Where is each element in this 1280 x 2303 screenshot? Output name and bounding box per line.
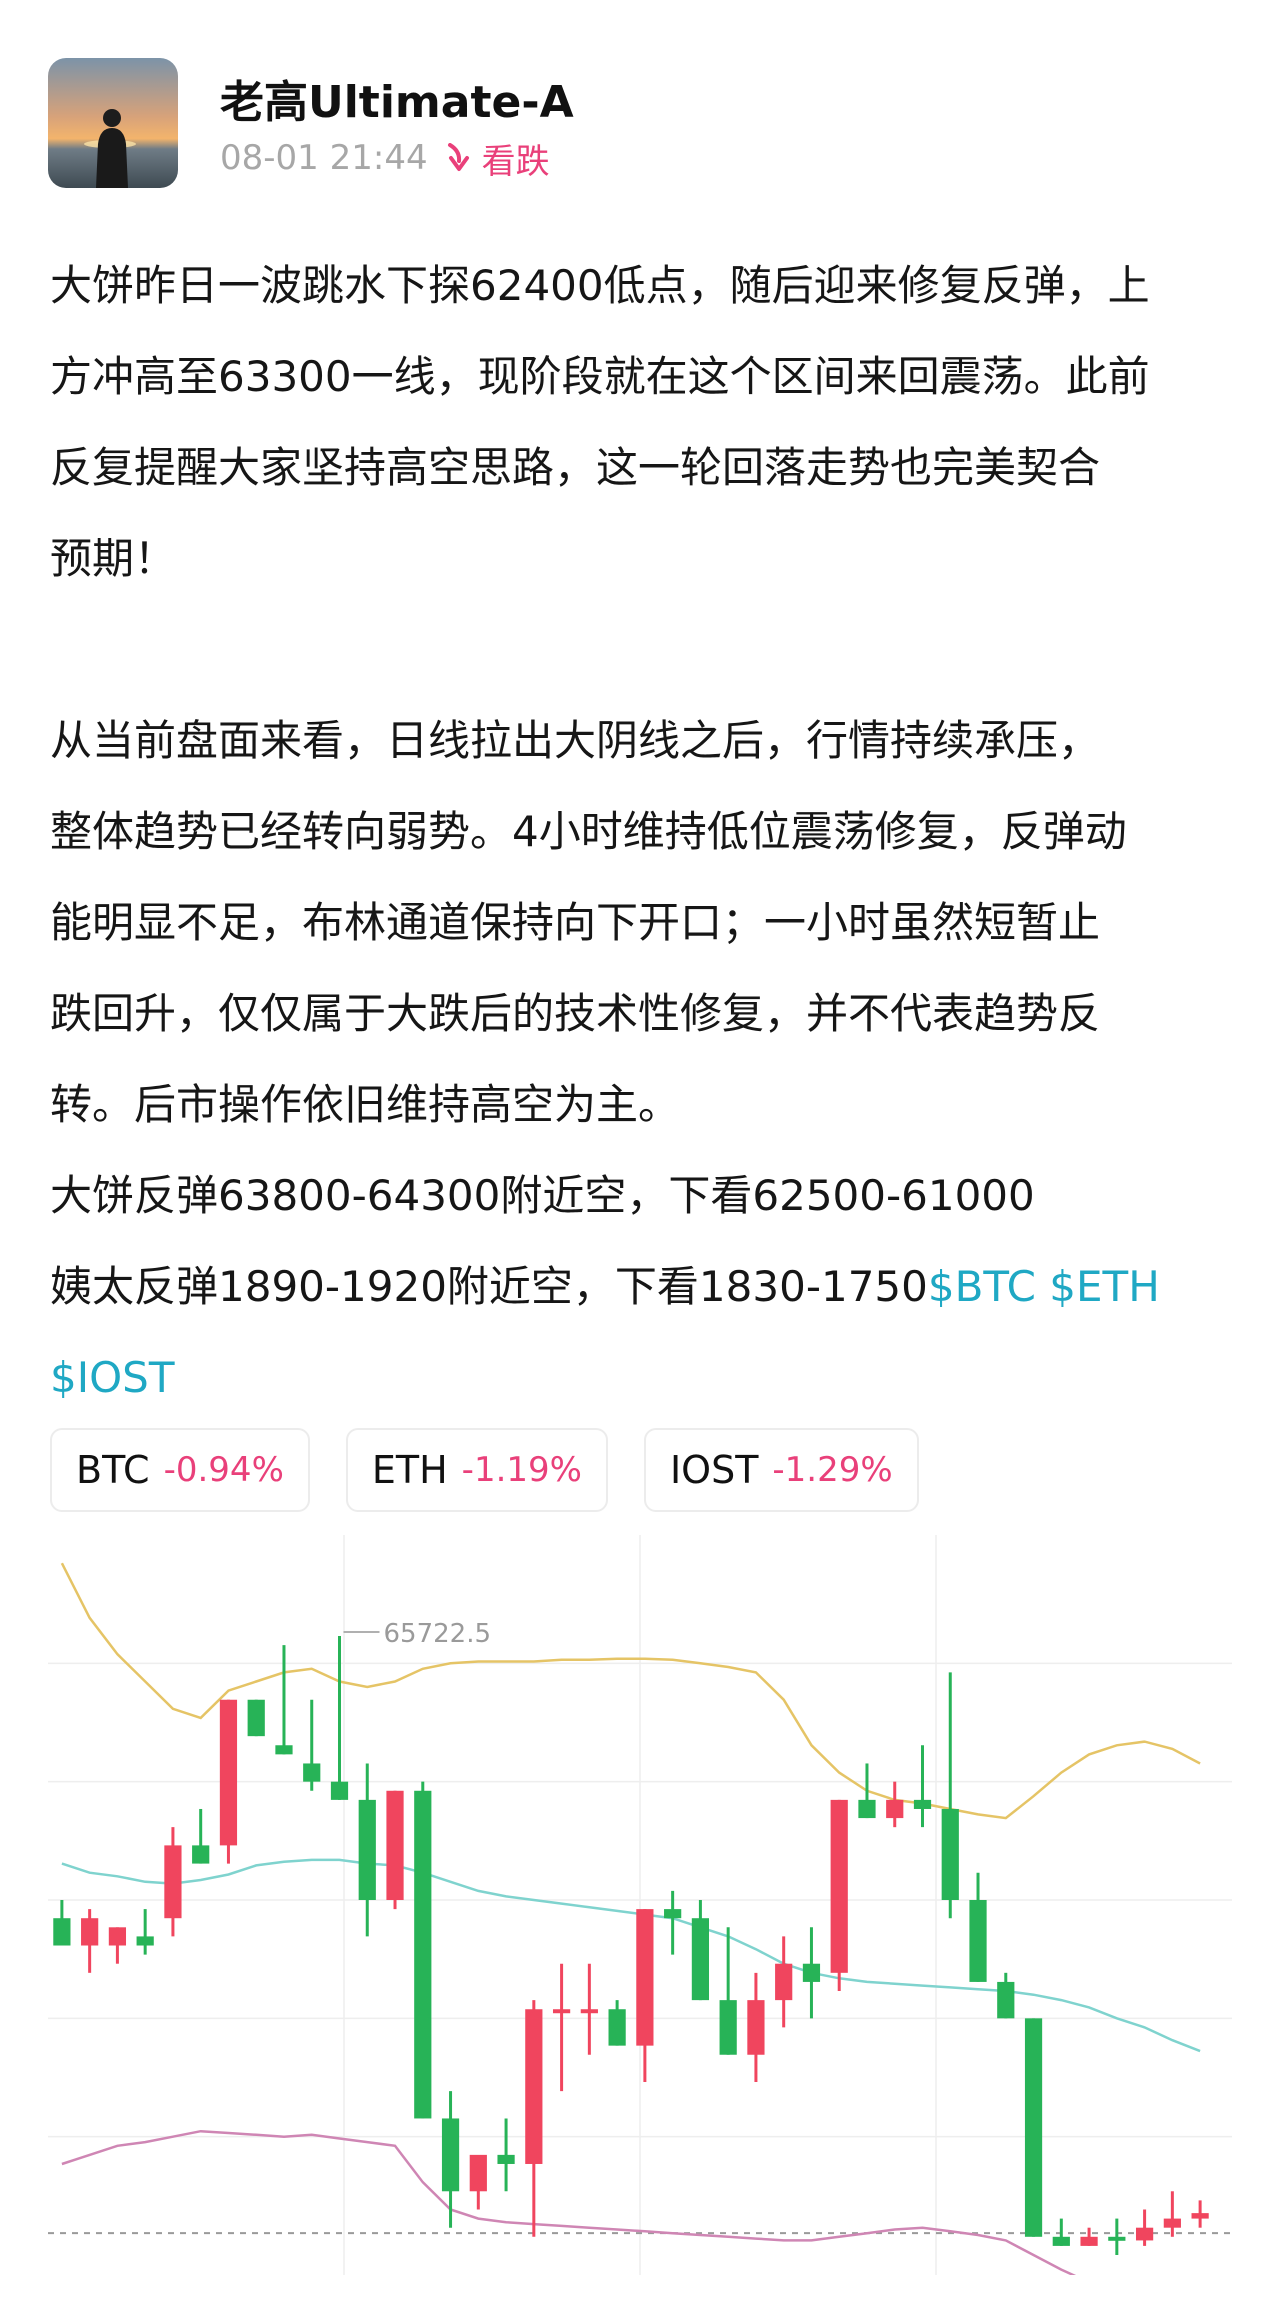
- body-line: 姨太反弹1890-1920附近空，下看1830-1750$BTC $ETH: [50, 1241, 1235, 1332]
- candle-body: [802, 1963, 821, 1982]
- post-time: 08-01 21:44: [220, 138, 428, 178]
- price-chart-image[interactable]: 65722.5: [48, 1535, 1232, 2275]
- candle-body: [219, 1699, 238, 1846]
- candle-body: [636, 1909, 654, 2046]
- body-line: 大饼反弹63800-64300附近空，下看62500-61000: [50, 1171, 1035, 1220]
- candle-body: [1163, 2218, 1181, 2228]
- coin-symbol: IOST: [669, 1448, 759, 1492]
- candle-body: [1135, 2227, 1154, 2241]
- candle-body: [1080, 2236, 1098, 2246]
- body-line: 能明显不足，布林通道保持向下开口；一小时虽然短暂止: [50, 898, 1101, 947]
- candle-body: [192, 1845, 210, 1864]
- body-line: 整体趋势已经转向弱势。4小时维持低位震荡修复，反弹动: [50, 807, 1127, 856]
- body-line: $IOST: [50, 1332, 1235, 1423]
- post-meta: 08-01 21:44 看跌: [220, 133, 550, 183]
- avatar-image: [48, 58, 178, 188]
- sentiment-label: 看跌: [481, 141, 550, 182]
- candle-body: [386, 1790, 404, 1900]
- candle-body: [303, 1763, 321, 1782]
- candle-body: [664, 1909, 682, 1919]
- coin-chip-btc[interactable]: BTC -0.94%: [50, 1428, 310, 1512]
- candle-body: [886, 1799, 904, 1819]
- coin-change: -1.29%: [772, 1450, 893, 1490]
- candle-body: [525, 2009, 543, 2164]
- coin-chips: BTC -0.94% ETH -1.19% IOST -1.29%: [50, 1428, 919, 1512]
- coin-chip-eth[interactable]: ETH -1.19%: [345, 1428, 608, 1512]
- candle-body: [719, 2000, 737, 2055]
- avatar[interactable]: [48, 58, 178, 188]
- coin-symbol: ETH: [371, 1448, 448, 1492]
- tag-eth[interactable]: $ETH: [1049, 1262, 1160, 1311]
- sentiment-badge: 看跌: [446, 134, 550, 183]
- high-price-label: 65722.5: [384, 1619, 492, 1649]
- candle-body: [1052, 2236, 1070, 2246]
- candle-body: [775, 1963, 793, 2001]
- candle-body: [830, 1799, 848, 1973]
- candle-body: [275, 1745, 293, 1755]
- body-line: 大饼昨日一波跳水下探62400低点，随后迎来修复反弹，上: [50, 261, 1150, 310]
- candle-body: [858, 1799, 876, 1819]
- body-line: 跌回升，仅仅属于大跌后的技术性修复，并不代表趋势反: [50, 989, 1101, 1038]
- candle-body: [136, 1936, 154, 1946]
- body-line-text: 姨太反弹1890-1920附近空，下看1830-1750: [50, 1262, 928, 1311]
- candle-body: [747, 2000, 765, 2055]
- candle-body: [1108, 2236, 1126, 2241]
- candle-body: [913, 1799, 932, 1809]
- coin-symbol: BTC: [76, 1448, 150, 1492]
- bearish-arrow-icon: [447, 143, 469, 171]
- body-line: 从当前盘面来看，日线拉出大阴线之后，行情持续承压，: [50, 716, 1101, 765]
- coin-change: -0.94%: [163, 1450, 284, 1490]
- candle-body: [608, 2009, 626, 2046]
- body-line: 预期！: [50, 534, 177, 583]
- candle-body: [997, 1981, 1015, 2019]
- body-line: 转。后市操作依旧维持高空为主。: [50, 1080, 681, 1129]
- coin-change: -1.19%: [461, 1450, 582, 1490]
- tag-iost[interactable]: $IOST: [50, 1353, 174, 1402]
- candle-body: [164, 1845, 182, 1919]
- candle-body: [1191, 2213, 1209, 2219]
- candle-body: [580, 2009, 598, 2014]
- candle-body: [414, 1790, 432, 2119]
- post-body: 大饼昨日一波跳水下探62400低点，随后迎来修复反弹，上 方冲高至63300一线…: [50, 240, 1235, 1423]
- candle-body: [1024, 2018, 1043, 2237]
- tag-btc[interactable]: $BTC: [928, 1262, 1036, 1311]
- candle-body: [358, 1799, 376, 1900]
- candle-body: [81, 1918, 99, 1946]
- body-line: 方冲高至63300一线，现阶段就在这个区间来回震荡。此前: [50, 352, 1150, 401]
- candle-body: [330, 1781, 349, 1800]
- candle-body: [53, 1918, 71, 1946]
- candle-body: [441, 2118, 460, 2192]
- candle-body: [108, 1927, 127, 1946]
- body-line: 反复提醒大家坚持高空思路，这一轮回落走势也完美契合: [50, 443, 1101, 492]
- candle-body: [691, 1918, 710, 2001]
- candle-body: [969, 1900, 987, 1982]
- coin-chip-iost[interactable]: IOST -1.29%: [643, 1428, 919, 1512]
- author-name[interactable]: 老高Ultimate-A: [220, 66, 574, 130]
- candle-body: [497, 2154, 515, 2164]
- candle-body: [552, 2009, 571, 2014]
- candle-body: [247, 1699, 265, 1737]
- candle-body: [941, 1808, 959, 1900]
- candle-body: [469, 2154, 487, 2192]
